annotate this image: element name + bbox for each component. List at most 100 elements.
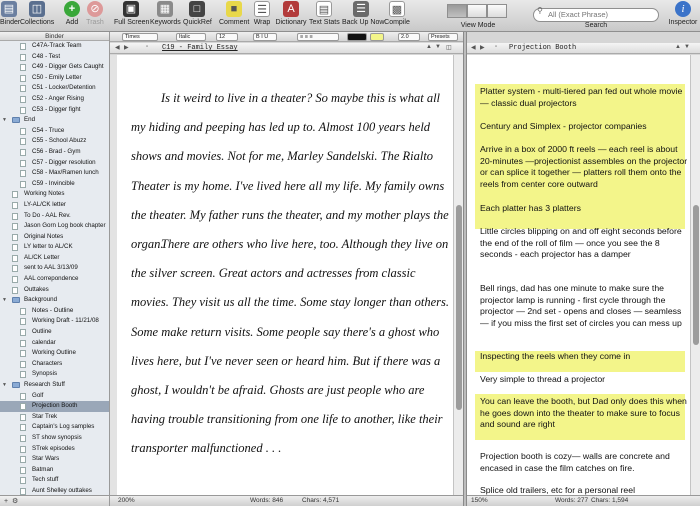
font-family-select[interactable]: Times xyxy=(122,33,158,41)
main-down-arrow-icon[interactable]: ▼ xyxy=(435,44,441,50)
binder-item[interactable]: Notes - Outline xyxy=(0,306,109,317)
text-stats-button[interactable]: ▤ Text Stats xyxy=(309,1,340,26)
quickref-button[interactable]: □ QuickRef xyxy=(183,1,212,26)
main-paragraph-2[interactable]: There are others who live here, too. Alt… xyxy=(131,230,451,464)
highlight-color-swatch[interactable] xyxy=(370,33,384,41)
binder-item[interactable]: Characters xyxy=(0,359,109,370)
binder-toggle-button[interactable]: ▤ Binder xyxy=(0,1,20,26)
binder-item[interactable]: STrek episodes xyxy=(0,444,109,455)
main-up-arrow-icon[interactable]: ▲ xyxy=(426,44,432,50)
binder-item[interactable]: Golf xyxy=(0,391,109,402)
binder-item[interactable]: C59 - Invincible xyxy=(0,179,109,190)
view-mode-document-segment[interactable] xyxy=(447,4,467,18)
main-forward-icon[interactable]: ▶ xyxy=(124,44,129,51)
view-mode-corkboard-segment[interactable] xyxy=(467,4,487,18)
side-paragraph[interactable]: Platter system - multi-tiered pan fed ou… xyxy=(480,86,690,109)
binder-item[interactable]: C52 - Anger Rising xyxy=(0,94,109,105)
search-input[interactable] xyxy=(533,7,659,22)
compile-button[interactable]: ▩ Compile xyxy=(384,1,410,26)
side-paragraph[interactable]: You can leave the booth, but Dad only do… xyxy=(480,396,690,431)
binder-item[interactable]: AAL correpondence xyxy=(0,274,109,285)
binder-item[interactable]: Batman xyxy=(0,465,109,476)
disclosure-triangle-icon[interactable]: ▼ xyxy=(2,115,8,126)
binder-item[interactable]: C49 - Digger Gets Caught xyxy=(0,62,109,73)
binder-item[interactable]: C55 - School Abuzz xyxy=(0,136,109,147)
binder-item[interactable]: ▼ End xyxy=(0,115,109,126)
binder-item[interactable]: Working Draft - 11/21/08 xyxy=(0,316,109,327)
font-size-select[interactable]: 12 xyxy=(216,33,238,41)
font-style-select[interactable]: Italic xyxy=(176,33,206,41)
main-zoom-select[interactable]: 200% xyxy=(118,496,135,506)
binder-item-selected[interactable]: Projection Booth xyxy=(0,401,109,412)
binder-item[interactable]: Working Notes xyxy=(0,189,109,200)
binder-item[interactable]: LY-AL/CK letter xyxy=(0,200,109,211)
binder-item[interactable]: C53 - Digger fight xyxy=(0,105,109,116)
main-split-icon[interactable]: ◫ xyxy=(446,44,452,51)
side-scroll-thumb[interactable] xyxy=(693,205,699,345)
side-up-arrow-icon[interactable]: ▲ xyxy=(675,44,681,50)
side-paragraph[interactable]: Splice old trailers, etc for a personal … xyxy=(480,485,690,495)
binder-item[interactable]: C56 - Brad - Gym xyxy=(0,147,109,158)
full-screen-button[interactable]: ▣ Full Screen xyxy=(114,1,149,26)
bold-italic-underline-buttons[interactable]: B I U xyxy=(253,33,277,41)
side-paragraph[interactable]: Little circles blipping on and off eight… xyxy=(480,226,690,261)
side-paragraph[interactable]: Each platter has 3 platters xyxy=(480,203,690,215)
side-paragraph[interactable]: Century and Simplex - projector companie… xyxy=(480,121,690,133)
binder-item[interactable]: LY letter to AL/CK xyxy=(0,242,109,253)
side-paragraph[interactable]: Very simple to thread a projector xyxy=(480,374,690,386)
side-editor-scrollbar[interactable] xyxy=(690,55,700,495)
binder-item[interactable]: C54 - Truce xyxy=(0,126,109,137)
side-editor[interactable]: Platter system - multi-tiered pan fed ou… xyxy=(467,55,690,495)
side-down-arrow-icon[interactable]: ▼ xyxy=(684,44,690,50)
binder-settings-icon[interactable]: ⚙ xyxy=(12,498,18,505)
binder-item[interactable]: Star Trek xyxy=(0,412,109,423)
binder-item[interactable]: C58 - Max/Ramen lunch xyxy=(0,168,109,179)
binder-item[interactable]: Outline xyxy=(0,327,109,338)
disclosure-triangle-icon[interactable]: ▼ xyxy=(2,380,8,391)
back-up-now-button[interactable]: ☰ Back Up Now xyxy=(342,1,384,26)
binder-item[interactable]: Jason Gorn Log book chapter xyxy=(0,221,109,232)
alignment-buttons[interactable]: ≡ ≡ ≡ xyxy=(297,33,339,41)
wrap-button[interactable]: ☰ Wrap xyxy=(252,1,272,26)
binder-item[interactable]: AL/CK Letter xyxy=(0,253,109,264)
binder-item[interactable]: Original Notes xyxy=(0,232,109,243)
main-scroll-thumb[interactable] xyxy=(456,205,462,410)
binder-item[interactable]: calendar xyxy=(0,338,109,349)
main-back-icon[interactable]: ◀ xyxy=(115,44,120,51)
add-button[interactable]: + Add xyxy=(62,1,82,26)
binder-item[interactable]: Synopsis xyxy=(0,369,109,380)
keywords-button[interactable]: ▦ Keywords xyxy=(150,1,181,26)
main-document-title[interactable]: C19 - Family Essay xyxy=(162,44,238,52)
disclosure-triangle-icon[interactable]: ▼ xyxy=(2,295,8,306)
collections-button[interactable]: ◫ Collections xyxy=(20,1,54,26)
binder-item[interactable]: To Do - AAL Rev. xyxy=(0,211,109,222)
binder-item[interactable]: Tech stuff xyxy=(0,475,109,486)
side-forward-icon[interactable]: ▶ xyxy=(480,44,485,51)
binder-item[interactable]: ST show synopsis xyxy=(0,433,109,444)
side-paragraph[interactable]: Projection booth is cozy— walls are conc… xyxy=(480,451,690,474)
view-mode-outline-segment[interactable] xyxy=(487,4,507,18)
presets-select[interactable]: Presets xyxy=(428,33,458,41)
side-back-icon[interactable]: ◀ xyxy=(471,44,476,51)
binder-item[interactable]: Outtakes xyxy=(0,285,109,296)
binder-item[interactable]: Working Outline xyxy=(0,348,109,359)
line-spacing-select[interactable]: 2.0 xyxy=(398,33,420,41)
binder-item[interactable]: sent to AAL 3/13/09 xyxy=(0,263,109,274)
comment-button[interactable]: ■ Comment xyxy=(219,1,249,26)
main-editor-scrollbar[interactable] xyxy=(453,55,463,495)
main-editor[interactable]: Is it weird to live in a theater? So may… xyxy=(117,55,453,495)
side-paragraph[interactable]: Arrive in a box of 2000 ft reels — each … xyxy=(480,144,690,190)
binder-item[interactable]: C48 - Test xyxy=(0,52,109,63)
side-paragraph[interactable]: Inspecting the reels when they come in xyxy=(480,351,690,363)
text-color-swatch[interactable] xyxy=(347,33,367,41)
binder-item[interactable]: Star Wars xyxy=(0,454,109,465)
binder-item[interactable]: Captain's Log samples xyxy=(0,422,109,433)
binder-item[interactable]: C51 - Locker/Detention xyxy=(0,83,109,94)
dictionary-button[interactable]: A Dictionary xyxy=(275,1,307,26)
inspector-button[interactable]: i Inspector xyxy=(667,1,699,26)
binder-add-icon[interactable]: + xyxy=(4,498,8,505)
binder-item[interactable]: ▼ Background xyxy=(0,295,109,306)
binder-item[interactable]: C50 - Emily Letter xyxy=(0,73,109,84)
binder-item[interactable]: C47A-Track Team xyxy=(0,41,109,52)
binder-item[interactable]: ▼ Research Stuff xyxy=(0,380,109,391)
